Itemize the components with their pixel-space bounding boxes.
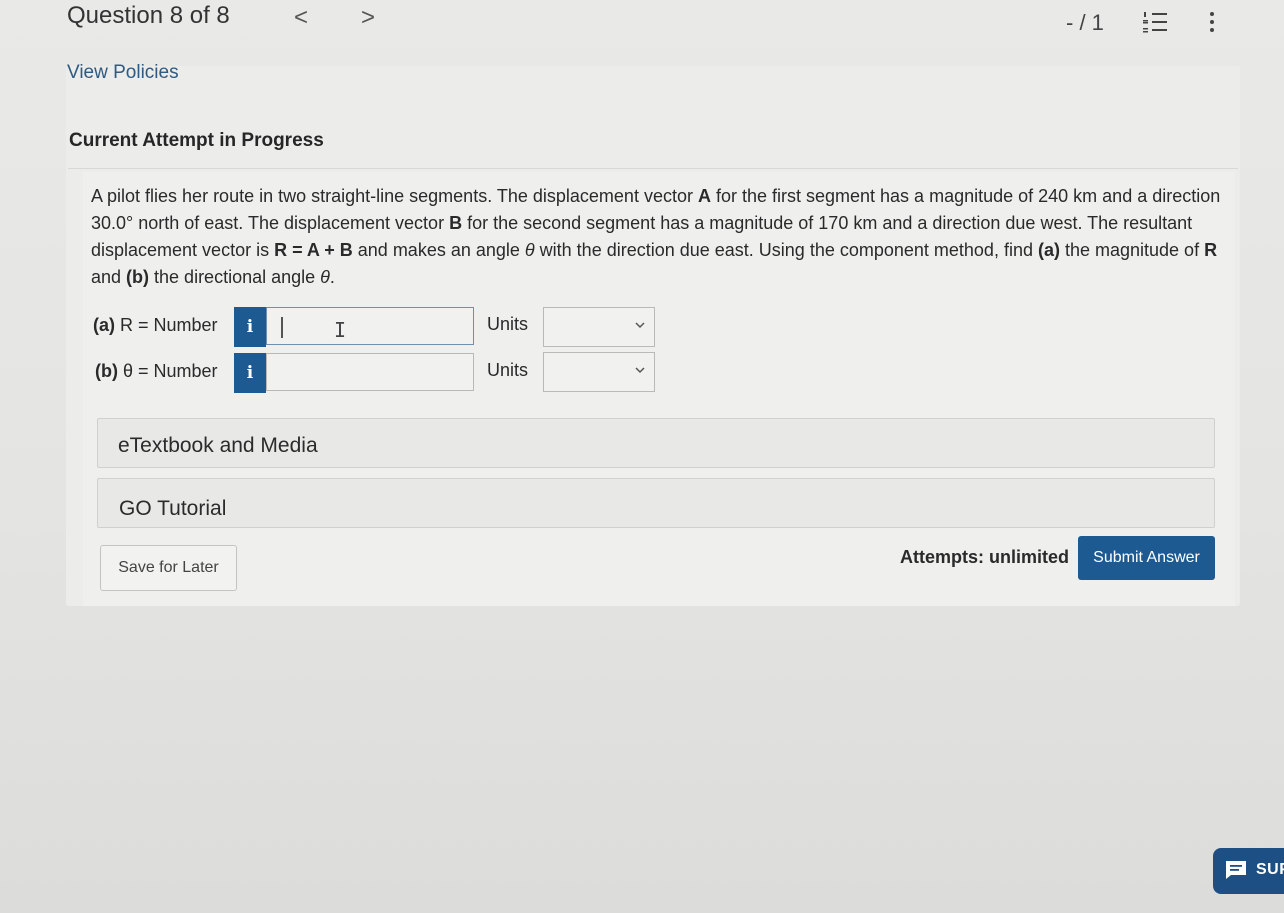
part-a-label: (a) R = Number: [93, 315, 218, 335]
part-b-number-input[interactable]: [266, 353, 474, 391]
part-a-number-input[interactable]: [266, 307, 474, 345]
part-b-label: (b) θ = Number: [95, 361, 218, 381]
attempts-text: Attempts: unlimited: [900, 547, 1069, 567]
chevron-down-icon: [635, 322, 645, 329]
part-b-units-select[interactable]: [543, 352, 655, 392]
text-caret: [281, 317, 283, 338]
submit-answer-button[interactable]: Submit Answer: [1078, 536, 1215, 580]
question-text: A pilot flies her route in two straight-…: [91, 186, 1221, 287]
etextbook-media-section[interactable]: eTextbook and Media: [97, 418, 1215, 468]
part-a-units-select[interactable]: [543, 307, 655, 347]
more-vertical-icon[interactable]: [1208, 12, 1216, 34]
divider: [68, 168, 1238, 169]
text-cursor-icon: I: [334, 318, 347, 342]
part-b-units-label: Units: [487, 360, 529, 380]
chevron-down-icon: [635, 367, 645, 374]
score-display: - / 1: [1066, 10, 1104, 35]
question-title: Question 8 of 8: [67, 2, 230, 29]
part-a-info-button[interactable]: i: [234, 307, 266, 347]
save-for-later-button[interactable]: Save for Later: [100, 545, 237, 591]
go-tutorial-section[interactable]: GO Tutorial: [97, 478, 1215, 528]
support-button[interactable]: SUP: [1213, 848, 1284, 894]
etextbook-media-label: eTextbook and Media: [118, 434, 318, 457]
next-question-arrow[interactable]: >: [361, 4, 375, 32]
attempt-heading: Current Attempt in Progress: [69, 130, 324, 151]
go-tutorial-label: GO Tutorial: [119, 497, 227, 520]
part-b-info-button[interactable]: i: [234, 353, 266, 393]
question-list-icon[interactable]: [1143, 11, 1167, 33]
view-policies-link[interactable]: View Policies: [67, 62, 179, 84]
support-label: SUP: [1256, 861, 1284, 878]
previous-question-arrow[interactable]: <: [294, 4, 308, 32]
chat-icon: [1226, 861, 1246, 879]
part-a-units-label: Units: [487, 314, 529, 334]
